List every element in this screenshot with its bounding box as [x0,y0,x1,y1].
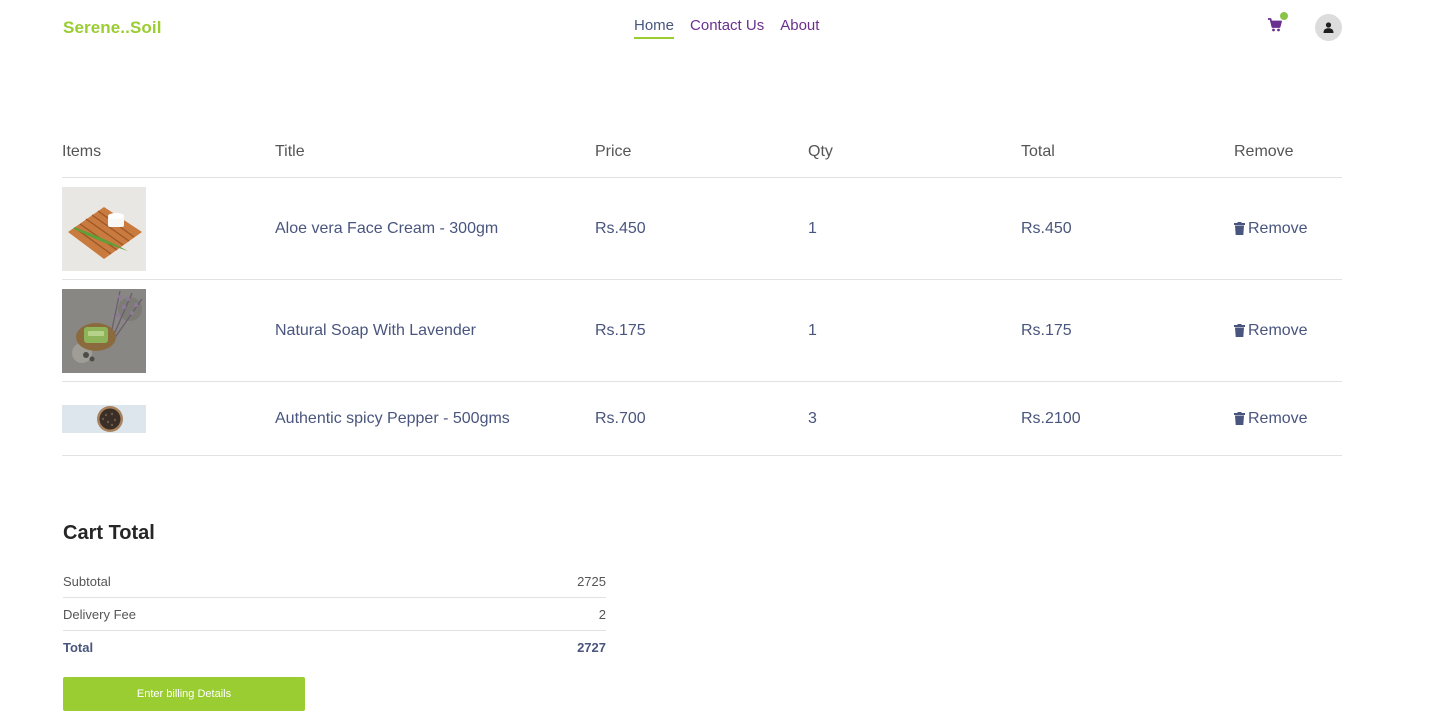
trash-icon [1234,412,1245,425]
header-qty: Qty [808,142,833,160]
remove-label: Remove [1248,321,1308,339]
header-title: Title [275,142,305,160]
cart-table: Items Title Price Qty Total Remove Aloe … [62,136,1342,456]
item-price: Rs.175 [595,321,646,339]
remove-button[interactable]: Remove [1234,410,1342,428]
cart-notification-dot [1280,12,1288,20]
remove-button[interactable]: Remove [1234,220,1342,238]
remove-button[interactable]: Remove [1234,322,1342,340]
cart-item-row: Natural Soap With Lavender Rs.175 1 Rs.1… [62,280,1342,382]
cart-icon[interactable] [1268,18,1282,32]
trash-icon [1234,324,1245,337]
remove-label: Remove [1248,409,1308,427]
item-qty: 3 [808,409,817,427]
total-label: Total [63,640,94,655]
header-items: Items [62,142,102,160]
profile-button[interactable] [1315,14,1342,41]
cart-item-row: Authentic spicy Pepper - 500gms Rs.700 3… [62,382,1342,456]
item-title: Natural Soap With Lavender [275,321,476,339]
product-image-aloe-vera-cream [62,186,146,271]
header-total: Total [1021,142,1055,160]
delivery-fee-label: Delivery Fee [63,606,136,622]
total-row: Total 2727 [63,631,606,664]
delivery-fee-row: Delivery Fee 2 [63,598,606,631]
nav-contact-us[interactable]: Contact Us [690,17,764,39]
enter-billing-details-button[interactable]: Enter billing Details [63,677,305,711]
brand-logo[interactable]: Serene..Soil [63,18,162,38]
subtotal-label: Subtotal [63,573,111,589]
user-icon [1323,22,1334,33]
cart-item-row: Aloe vera Face Cream - 300gm Rs.450 1 Rs… [62,178,1342,280]
item-total: Rs.2100 [1021,409,1081,427]
main-nav: Home Contact Us About [634,17,819,39]
item-qty: 1 [808,321,817,339]
item-title: Aloe vera Face Cream - 300gm [275,219,499,237]
trash-icon [1234,222,1245,235]
subtotal-row: Subtotal 2725 [63,565,606,598]
item-price: Rs.700 [595,409,646,427]
nav-about[interactable]: About [780,17,819,39]
item-total: Rs.450 [1021,219,1072,237]
header-price: Price [595,142,632,160]
item-qty: 1 [808,219,817,237]
delivery-fee-value: 2 [598,606,606,622]
cart-total-section: Cart Total Subtotal 2725 Delivery Fee 2 … [63,522,606,664]
header-remove: Remove [1234,142,1294,160]
remove-label: Remove [1248,219,1308,237]
product-image-pepper [62,404,146,433]
nav-home[interactable]: Home [634,17,675,39]
item-price: Rs.450 [595,219,646,237]
subtotal-value: 2725 [577,573,606,589]
product-image-natural-soap [62,288,146,373]
cart-total-heading: Cart Total [63,522,155,544]
item-total: Rs.175 [1021,321,1072,339]
cart-table-header: Items Title Price Qty Total Remove [62,136,1342,178]
total-value: 2727 [577,640,606,655]
item-title: Authentic spicy Pepper - 500gms [275,409,510,427]
